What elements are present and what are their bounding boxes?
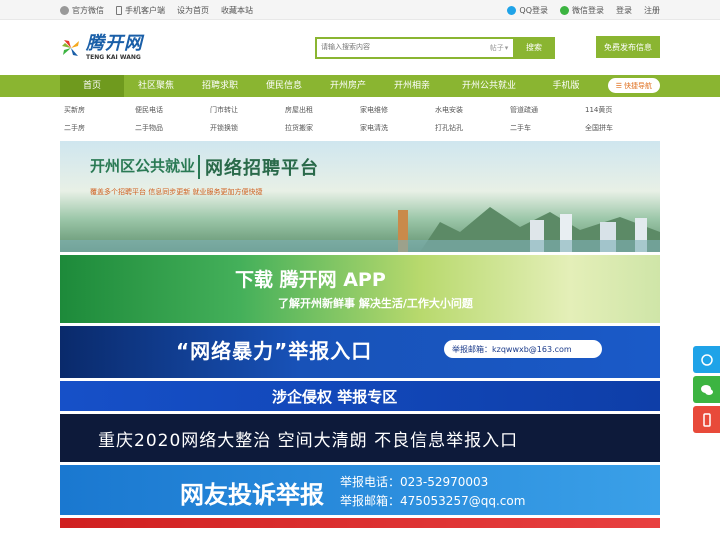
subnav-link[interactable]: 114黄页 xyxy=(585,105,660,115)
banner-list: 开州区公共就业 网络招聘平台 覆盖多个招聘平台 信息同步更新 就业服务更加方便快… xyxy=(60,141,660,528)
wechat-login-link[interactable]: 微信登录 xyxy=(560,5,604,16)
quick-nav-button[interactable]: ☰ 快捷导航 xyxy=(607,78,660,93)
logo-text: 腾开网 xyxy=(86,32,143,54)
nav-item-employment[interactable]: 开州公共就业 xyxy=(444,75,534,97)
nav-item-mobile[interactable]: 手机版 xyxy=(534,75,598,97)
wechat-float-icon xyxy=(700,384,713,395)
subnav-link[interactable]: 打孔钻孔 xyxy=(435,123,510,133)
menu-icon: ☰ xyxy=(615,81,622,90)
complaint-report-banner[interactable]: 网友投诉举报 举报电话：023-52970003 举报邮箱：475053257@… xyxy=(60,465,660,515)
nav-item-jobs[interactable]: 招聘求职 xyxy=(188,75,252,97)
subnav-link[interactable]: 房屋出租 xyxy=(285,105,360,115)
subnav-link[interactable]: 全国拼车 xyxy=(585,123,660,133)
subnav-link[interactable]: 便民电话 xyxy=(135,105,210,115)
main-nav: 首页 社区聚焦 招聘求职 便民信息 开州房产 开州相亲 开州公共就业 手机版 ☰… xyxy=(0,75,720,97)
search-button[interactable]: 搜索 xyxy=(513,36,555,59)
nav-item-realestate[interactable]: 开州房产 xyxy=(316,75,380,97)
mobile-client-link[interactable]: 手机客户端 xyxy=(116,5,165,16)
set-homepage-link[interactable]: 设为首页 xyxy=(177,5,209,16)
customer-service-button[interactable] xyxy=(693,346,720,373)
login-link[interactable]: 登录 xyxy=(616,5,632,16)
subnav-link[interactable]: 二手车 xyxy=(510,123,585,133)
mobile-float-button[interactable] xyxy=(693,406,720,433)
nav-item-home[interactable]: 首页 xyxy=(60,75,124,97)
search-bar: 帖子▾ 搜索 xyxy=(315,36,555,59)
logo-subtext: TENG KAI WANG xyxy=(86,53,141,61)
red-banner-partial[interactable] xyxy=(60,518,660,528)
register-link[interactable]: 注册 xyxy=(644,5,660,16)
site-logo[interactable]: 腾开网 TENG KAI WANG xyxy=(60,32,255,61)
top-bar: 官方微信 手机客户端 设为首页 收藏本站 QQ登录 微信登录 登录 注册 xyxy=(0,0,720,20)
subnav-link[interactable]: 二手物品 xyxy=(135,123,210,133)
wechat-official-link[interactable]: 官方微信 xyxy=(60,5,104,16)
wechat-float-button[interactable] xyxy=(693,376,720,403)
logo-pinwheel-icon xyxy=(62,39,79,56)
subnav-link[interactable]: 开锁换锁 xyxy=(210,123,285,133)
mobile-float-icon xyxy=(702,412,711,427)
subnav-link[interactable]: 水电安装 xyxy=(435,105,510,115)
subnav-link[interactable]: 家电维修 xyxy=(360,105,435,115)
headset-icon xyxy=(700,353,713,366)
subnav-link[interactable]: 买新房 xyxy=(60,105,135,115)
subnav-link[interactable]: 家电清洗 xyxy=(360,123,435,133)
nav-item-dating[interactable]: 开州相亲 xyxy=(380,75,444,97)
search-type-select[interactable]: 帖子 ▾ xyxy=(485,36,513,59)
wechat-login-icon xyxy=(560,5,569,15)
wechat-icon xyxy=(60,5,69,15)
subnav-link[interactable]: 管道疏通 xyxy=(510,105,585,115)
app-download-banner[interactable]: 下载 腾开网 APP 了解开州新鲜事 解决生活/工作大小问题 xyxy=(60,255,660,323)
nav-item-services[interactable]: 便民信息 xyxy=(252,75,316,97)
nav-item-community[interactable]: 社区聚焦 xyxy=(124,75,188,97)
qq-login-link[interactable]: QQ登录 xyxy=(507,5,548,16)
chevron-down-icon: ▾ xyxy=(504,43,509,52)
subnav-link[interactable]: 门市转让 xyxy=(210,105,285,115)
qq-icon xyxy=(507,5,517,15)
side-float-toolbar xyxy=(693,346,720,436)
subnav-link[interactable]: 二手房 xyxy=(60,123,135,133)
free-post-button[interactable]: 免费发布信息 xyxy=(596,36,660,58)
header: 腾开网 TENG KAI WANG 帖子▾ 搜索 免费发布信息 xyxy=(0,20,720,75)
cyber-violence-report-banner[interactable]: “网络暴力”举报入口 举报邮箱：kzqwwxb@163.com xyxy=(60,326,660,378)
city-skyline-image xyxy=(60,207,660,252)
phone-icon xyxy=(116,5,122,15)
internet-cleanup-banner[interactable]: 重庆2020网络大整治 空间大清朗 不良信息举报入口 xyxy=(60,414,660,462)
sub-nav: 买新房 便民电话 门市转让 房屋出租 家电维修 水电安装 管道疏通 114黄页 … xyxy=(60,101,660,141)
enterprise-infringement-banner[interactable]: 涉企侵权 举报专区 xyxy=(60,381,660,411)
bookmark-link[interactable]: 收藏本站 xyxy=(221,5,253,16)
employment-banner[interactable]: 开州区公共就业 网络招聘平台 覆盖多个招聘平台 信息同步更新 就业服务更加方便快… xyxy=(60,141,660,252)
search-input[interactable] xyxy=(315,36,485,59)
subnav-link[interactable]: 拉货搬家 xyxy=(285,123,360,133)
